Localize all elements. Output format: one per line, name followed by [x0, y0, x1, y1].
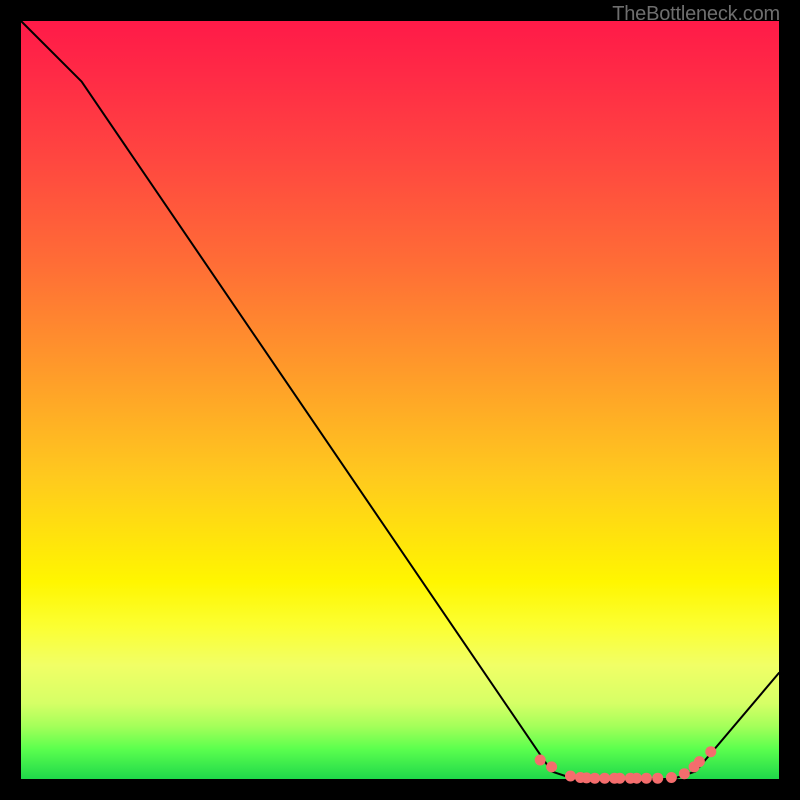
marker-dot [599, 773, 610, 784]
marker-dot [705, 746, 716, 757]
highlight-dots [535, 746, 717, 784]
marker-dot [565, 771, 576, 782]
marker-dot [631, 773, 642, 784]
chart-svg [21, 21, 779, 779]
marker-dot [679, 768, 690, 779]
marker-dot [546, 761, 557, 772]
chart-frame: TheBottleneck.com [0, 0, 800, 800]
bottleneck-curve [21, 21, 779, 779]
marker-dot [535, 755, 546, 766]
plot-area [21, 21, 779, 779]
marker-dot [641, 773, 652, 784]
marker-dot [652, 773, 663, 784]
marker-dot [614, 773, 625, 784]
marker-dot [589, 773, 600, 784]
marker-dot [694, 756, 705, 767]
marker-dot [666, 772, 677, 783]
watermark-text: TheBottleneck.com [612, 3, 780, 26]
